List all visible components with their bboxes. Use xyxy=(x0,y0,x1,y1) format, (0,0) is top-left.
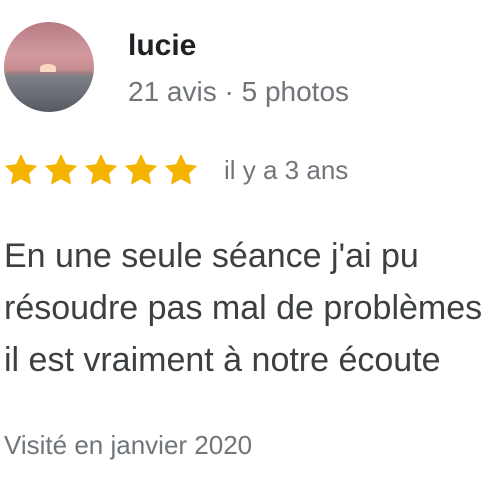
star-icon xyxy=(162,151,200,189)
review-text: En une seule séance j'ai pu résoudre pas… xyxy=(4,230,500,386)
star-icon xyxy=(82,151,120,189)
visit-date: Visité en janvier 2020 xyxy=(4,430,253,460)
avatar[interactable] xyxy=(4,22,94,112)
review-text-line: résoudre pas mal de problèmes xyxy=(4,289,483,327)
author-meta[interactable]: 21 avis · 5 photos xyxy=(128,75,349,109)
star-icon xyxy=(122,151,160,189)
avatar-sun xyxy=(40,64,56,72)
rating-row: il y a 3 ans xyxy=(2,148,348,192)
star-icon xyxy=(2,151,40,189)
review-text-line: il est vraiment à notre écoute xyxy=(4,341,441,379)
review-text-line: En une seule séance j'ai pu xyxy=(4,237,419,275)
review-card: lucie 21 avis · 5 photos il y a 3 ans En… xyxy=(0,0,500,500)
star-icon xyxy=(42,151,80,189)
review-time: il y a 3 ans xyxy=(224,154,349,185)
author-name[interactable]: lucie xyxy=(128,28,196,64)
star-rating xyxy=(2,151,202,189)
avatar-horizon xyxy=(4,72,94,74)
